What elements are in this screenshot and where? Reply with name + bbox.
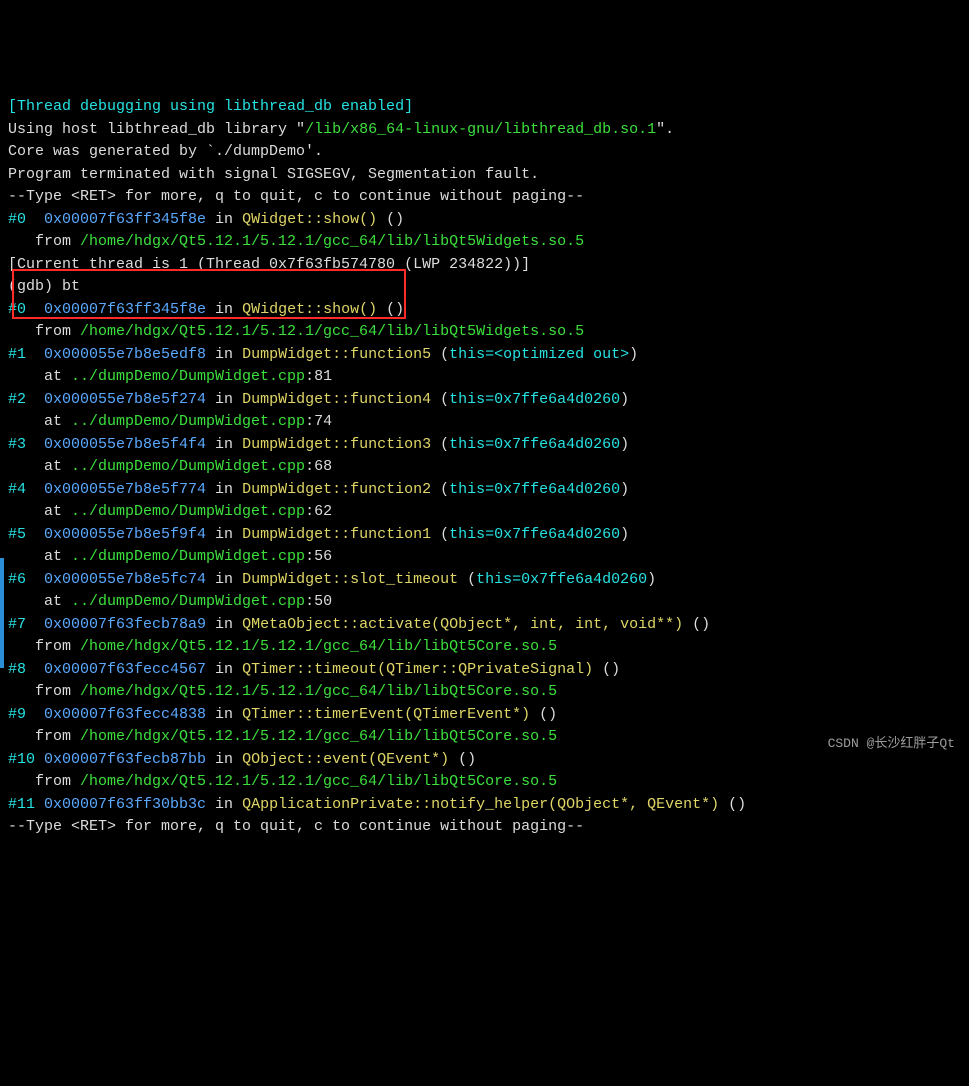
lib-widgets-path: /home/hdgx/Qt5.12.1/5.12.1/gcc_64/lib/li…	[80, 323, 584, 340]
terminal-output[interactable]: [Thread debugging using libthread_db ena…	[8, 96, 961, 839]
addr: 0x00007f63ff30bb3c	[44, 796, 206, 813]
src-path: ../dumpDemo/DumpWidget.cpp	[71, 503, 305, 520]
symbol-function5: DumpWidget::function5	[242, 346, 431, 363]
paging-prompt: --Type <RET> for more, q to quit, c to c…	[8, 188, 584, 205]
lib-widgets-path: /home/hdgx/Qt5.12.1/5.12.1/gcc_64/lib/li…	[80, 233, 584, 250]
thread-debug-line: [Thread debugging using libthread_db ena…	[8, 98, 413, 115]
addr: 0x000055e7b8e5f9f4	[44, 526, 206, 543]
frame-4: #4	[8, 481, 44, 498]
symbol-qwidget-show: QWidget::show()	[242, 211, 386, 228]
src-path: ../dumpDemo/DumpWidget.cpp	[71, 413, 305, 430]
src-path: ../dumpDemo/DumpWidget.cpp	[71, 458, 305, 475]
addr: 0x00007f63ff345f8e	[44, 211, 206, 228]
frame-11: #11	[8, 796, 44, 813]
symbol-qtimer-timeout: QTimer::timeout(QTimer::QPrivateSignal)	[242, 661, 602, 678]
frame-5: #5	[8, 526, 44, 543]
frame-1: #1	[8, 346, 44, 363]
lib-core-path: /home/hdgx/Qt5.12.1/5.12.1/gcc_64/lib/li…	[80, 683, 557, 700]
symbol-slot-timeout: DumpWidget::slot_timeout	[242, 571, 458, 588]
addr: 0x00007f63fecb87bb	[44, 751, 206, 768]
src-path: ../dumpDemo/DumpWidget.cpp	[71, 548, 305, 565]
frame-7: #7	[8, 616, 44, 633]
symbol-qtimer-timerevent: QTimer::timerEvent(QTimerEvent*)	[242, 706, 539, 723]
lib-core-path: /home/hdgx/Qt5.12.1/5.12.1/gcc_64/lib/li…	[80, 728, 557, 745]
signal-line: Program terminated with signal SIGSEGV, …	[8, 166, 539, 183]
src-path: ../dumpDemo/DumpWidget.cpp	[71, 368, 305, 385]
symbol-function1: DumpWidget::function1	[242, 526, 431, 543]
watermark: CSDN @长沙红胖子Qt	[828, 733, 955, 756]
paging-prompt: --Type <RET> for more, q to quit, c to c…	[8, 818, 584, 835]
frame-10: #10	[8, 751, 44, 768]
frame-0: #0	[8, 301, 44, 318]
frame-6: #6	[8, 571, 44, 588]
addr: 0x000055e7b8e5f4f4	[44, 436, 206, 453]
src-path: ../dumpDemo/DumpWidget.cpp	[71, 593, 305, 610]
core-generated: Core was generated by `./dumpDemo'.	[8, 143, 323, 160]
addr: 0x00007f63fecc4567	[44, 661, 206, 678]
frame-3: #3	[8, 436, 44, 453]
addr: 0x00007f63ff345f8e	[44, 301, 206, 318]
addr: 0x00007f63fecc4838	[44, 706, 206, 723]
lib-core-path: /home/hdgx/Qt5.12.1/5.12.1/gcc_64/lib/li…	[80, 638, 557, 655]
addr: 0x000055e7b8e5fc74	[44, 571, 206, 588]
symbol-qobject-event: QObject::event(QEvent*)	[242, 751, 458, 768]
symbol-qapp-notifyhelper: QApplicationPrivate::notify_helper(QObje…	[242, 796, 728, 813]
addr: 0x00007f63fecb78a9	[44, 616, 206, 633]
current-thread-line: [Current thread is 1 (Thread 0x7f63fb574…	[8, 256, 530, 273]
lib-core-path: /home/hdgx/Qt5.12.1/5.12.1/gcc_64/lib/li…	[80, 773, 557, 790]
scroll-marker	[0, 558, 4, 668]
symbol-qmetaobject-activate: QMetaObject::activate(QObject*, int, int…	[242, 616, 692, 633]
addr: 0x000055e7b8e5f774	[44, 481, 206, 498]
symbol-function3: DumpWidget::function3	[242, 436, 431, 453]
frame-8: #8	[8, 661, 44, 678]
symbol-qwidget-show: QWidget::show()	[242, 301, 386, 318]
addr: 0x000055e7b8e5edf8	[44, 346, 206, 363]
symbol-function4: DumpWidget::function4	[242, 391, 431, 408]
frame-0: #0	[8, 211, 44, 228]
gdb-bt-command: (gdb) bt	[8, 278, 80, 295]
symbol-function2: DumpWidget::function2	[242, 481, 431, 498]
addr: 0x000055e7b8e5f274	[44, 391, 206, 408]
libthread-path: /lib/x86_64-linux-gnu/libthread_db.so.1	[305, 121, 656, 138]
frame-9: #9	[8, 706, 44, 723]
frame-2: #2	[8, 391, 44, 408]
